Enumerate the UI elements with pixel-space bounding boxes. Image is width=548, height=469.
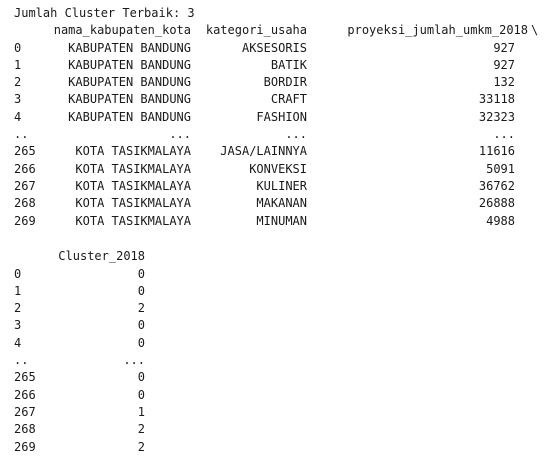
row-index: 4: [14, 109, 22, 124]
row-index: 267: [14, 404, 36, 419]
cell-kategori-usaha: BATIK: [270, 57, 307, 72]
cell-cluster-2018: 2: [137, 439, 145, 454]
cell-proyeksi-jumlah-umkm-2018: 33118: [478, 92, 515, 107]
cell-cluster-2018: 0: [137, 283, 145, 298]
column-header-kategori-usaha: kategori_usaha: [205, 23, 307, 37]
row-index: 268: [14, 196, 36, 211]
cell-proyeksi-jumlah-umkm-2018: 132: [493, 75, 515, 90]
row-index: ..: [14, 127, 29, 141]
cell-proyeksi-jumlah-umkm-2018: 4988: [486, 213, 515, 228]
row-index: 3: [14, 92, 22, 107]
cell-kategori-usaha: AKSESORIS: [241, 40, 307, 55]
cell-cluster-2018: 0: [137, 335, 145, 350]
cell-nama-kabupaten-kota: KABUPATEN BANDUNG: [68, 75, 191, 90]
row-index: 1: [14, 57, 22, 72]
cell-cluster-2018: 2: [137, 301, 145, 316]
cell-nama-kabupaten-kota: ...: [169, 127, 191, 141]
row-index: 268: [14, 422, 36, 437]
cell-cluster-2018: 0: [137, 318, 145, 333]
cell-cluster-2018: ...: [123, 353, 145, 367]
cell-kategori-usaha: ...: [285, 127, 307, 141]
cell-proyeksi-jumlah-umkm-2018: 927: [493, 57, 515, 72]
cell-kategori-usaha: BORDIR: [263, 75, 307, 90]
cell-kategori-usaha: MINUMAN: [256, 213, 307, 228]
cell-kategori-usaha: JASA/LAINNYA: [220, 144, 307, 159]
cell-cluster-2018: 0: [137, 266, 145, 281]
row-index: 267: [14, 178, 36, 193]
row-index: 269: [14, 213, 36, 228]
cell-proyeksi-jumlah-umkm-2018: ...: [493, 127, 515, 141]
cell-kategori-usaha: FASHION: [256, 109, 307, 124]
cell-proyeksi-jumlah-umkm-2018: 11616: [478, 144, 515, 159]
cell-nama-kabupaten-kota: KABUPATEN BANDUNG: [68, 109, 191, 124]
cell-nama-kabupaten-kota: KOTA TASIKMALAYA: [75, 196, 191, 211]
row-index: 269: [14, 439, 36, 454]
cell-nama-kabupaten-kota: KABUPATEN BANDUNG: [68, 57, 191, 72]
cell-proyeksi-jumlah-umkm-2018: 26888: [478, 196, 515, 211]
row-index: 2: [14, 301, 22, 316]
column-header-nama-kabupaten-kota: nama_kabupaten_kota: [53, 23, 191, 37]
row-index: 266: [14, 387, 36, 402]
row-index: 0: [14, 40, 22, 55]
cell-proyeksi-jumlah-umkm-2018: 5091: [486, 161, 515, 176]
row-index: 4: [14, 335, 22, 350]
column-header-cluster-2018: Cluster_2018: [58, 249, 145, 263]
cell-nama-kabupaten-kota: KABUPATEN BANDUNG: [68, 92, 191, 107]
column-header-proyeksi-jumlah-umkm-2018: proyeksi_jumlah_umkm_2018: [347, 23, 528, 37]
row-index: 1: [14, 283, 22, 298]
row-index: 266: [14, 161, 36, 176]
row-index: 265: [14, 144, 36, 159]
cell-nama-kabupaten-kota: KABUPATEN BANDUNG: [68, 40, 191, 55]
row-index: ..: [14, 353, 29, 367]
cell-kategori-usaha: MAKANAN: [256, 196, 307, 211]
cell-proyeksi-jumlah-umkm-2018: 927: [493, 40, 515, 55]
cell-kategori-usaha: KONVEKSI: [249, 161, 307, 176]
cell-kategori-usaha: CRAFT: [270, 92, 307, 107]
cell-cluster-2018: 0: [137, 387, 145, 402]
notebook-cell-output: Jumlah Cluster Terbaik: 3 nama_kabupaten…: [0, 0, 548, 469]
cell-nama-kabupaten-kota: KOTA TASIKMALAYA: [75, 161, 191, 176]
column-continuation-marker: \: [531, 23, 539, 37]
cell-kategori-usaha: KULINER: [256, 178, 307, 193]
cell-nama-kabupaten-kota: KOTA TASIKMALAYA: [75, 144, 191, 159]
row-index: 0: [14, 266, 22, 281]
cluster-count-heading: Jumlah Cluster Terbaik: 3: [14, 6, 195, 20]
cell-cluster-2018: 0: [137, 370, 145, 385]
row-index: 2: [14, 75, 22, 90]
cell-proyeksi-jumlah-umkm-2018: 36762: [478, 178, 515, 193]
row-index: 265: [14, 370, 36, 385]
cell-proyeksi-jumlah-umkm-2018: 32323: [478, 109, 515, 124]
cell-nama-kabupaten-kota: KOTA TASIKMALAYA: [75, 178, 191, 193]
cell-cluster-2018: 2: [137, 422, 145, 437]
cell-cluster-2018: 1: [137, 404, 145, 419]
row-index: 3: [14, 318, 22, 333]
cell-nama-kabupaten-kota: KOTA TASIKMALAYA: [75, 213, 191, 228]
